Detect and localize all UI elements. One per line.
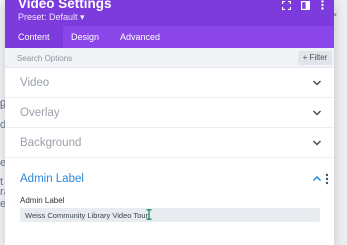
section-label: Admin Label bbox=[20, 173, 84, 185]
chevron-down-icon bbox=[312, 80, 322, 86]
chevron-up-icon[interactable] bbox=[312, 175, 322, 183]
video-settings-modal: Video Settings Preset: Default ▾ Content… bbox=[5, 0, 334, 245]
background-right-strip bbox=[334, 0, 347, 245]
section-options-icon[interactable] bbox=[325, 173, 329, 185]
modal-header: Video Settings Preset: Default ▾ bbox=[5, 0, 334, 26]
section-admin-label[interactable]: Admin Label bbox=[5, 164, 334, 194]
section-label: Overlay bbox=[20, 107, 60, 119]
text-cursor-icon bbox=[146, 209, 152, 220]
expand-icon[interactable] bbox=[281, 0, 291, 10]
section-overlay[interactable]: Overlay bbox=[5, 98, 334, 128]
admin-label-field-label: Admin Label bbox=[20, 196, 65, 205]
section-background[interactable]: Background bbox=[5, 128, 334, 158]
tab-design[interactable]: Design bbox=[58, 26, 112, 48]
chevron-down-icon bbox=[312, 140, 322, 146]
preset-dropdown[interactable]: Preset: Default ▾ bbox=[18, 12, 85, 23]
section-video[interactable]: Video bbox=[5, 68, 334, 98]
tab-content[interactable]: Content bbox=[5, 26, 63, 48]
columns-icon[interactable] bbox=[300, 0, 310, 10]
settings-tabs: Content Design Advanced bbox=[5, 26, 334, 48]
search-bar: + Filter bbox=[5, 48, 334, 68]
admin-label-input[interactable] bbox=[20, 208, 320, 222]
modal-title: Video Settings bbox=[18, 0, 112, 11]
chevron-down-icon bbox=[312, 110, 322, 116]
search-options-input[interactable] bbox=[17, 52, 237, 64]
section-label: Video bbox=[20, 77, 50, 89]
more-options-icon[interactable] bbox=[319, 0, 325, 10]
filter-button[interactable]: + Filter bbox=[298, 51, 332, 65]
tab-advanced[interactable]: Advanced bbox=[107, 26, 173, 48]
section-label: Background bbox=[20, 137, 82, 149]
